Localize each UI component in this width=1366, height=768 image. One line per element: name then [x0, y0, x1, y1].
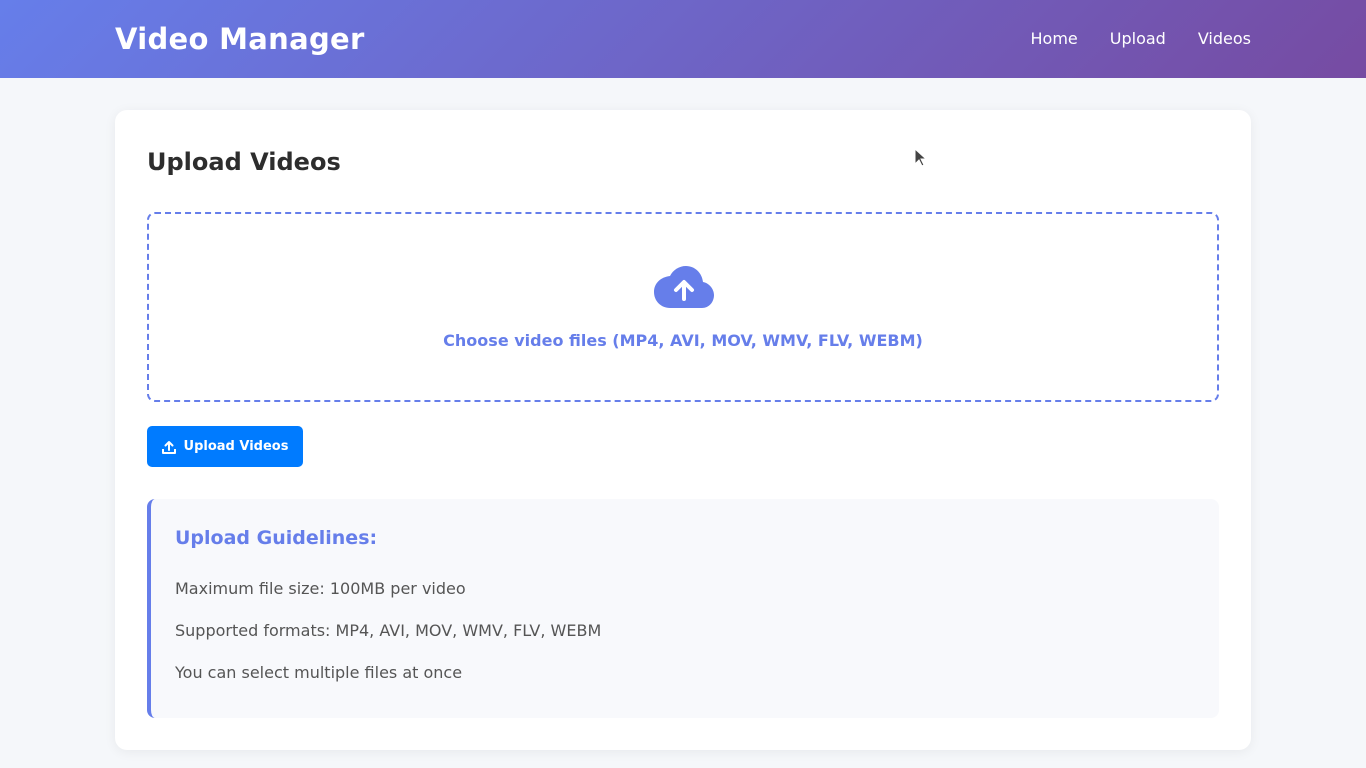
guidelines-title: Upload Guidelines:: [175, 527, 378, 549]
file-dropzone[interactable]: Choose video files (MP4, AVI, MOV, WMV, …: [147, 212, 1219, 402]
nav-link-videos[interactable]: Videos: [1198, 28, 1251, 50]
guideline-item: Maximum file size: 100MB per video: [175, 579, 466, 598]
guidelines-list: Maximum file size: 100MB per video Suppo…: [175, 578, 601, 704]
nav-links: Home Upload Videos: [1031, 28, 1251, 50]
page-title: Upload Videos: [147, 148, 341, 176]
dropzone-label: Choose video files (MP4, AVI, MOV, WMV, …: [443, 331, 923, 350]
upload-card: Upload Videos Choose video files (MP4, A…: [115, 110, 1251, 750]
brand-title[interactable]: Video Manager: [115, 20, 365, 58]
upload-icon: [161, 440, 176, 454]
cloud-upload-icon: [654, 266, 714, 308]
upload-videos-button[interactable]: Upload Videos: [147, 426, 303, 467]
upload-button-label: Upload Videos: [183, 439, 289, 454]
guideline-item: Supported formats: MP4, AVI, MOV, WMV, F…: [175, 621, 602, 640]
nav-link-upload[interactable]: Upload: [1110, 28, 1166, 50]
nav-link-home[interactable]: Home: [1031, 28, 1078, 50]
top-navbar: Video Manager Home Upload Videos: [0, 0, 1366, 78]
guideline-item: You can select multiple files at once: [175, 663, 463, 682]
upload-guidelines: Upload Guidelines: Maximum file size: 10…: [147, 499, 1219, 718]
